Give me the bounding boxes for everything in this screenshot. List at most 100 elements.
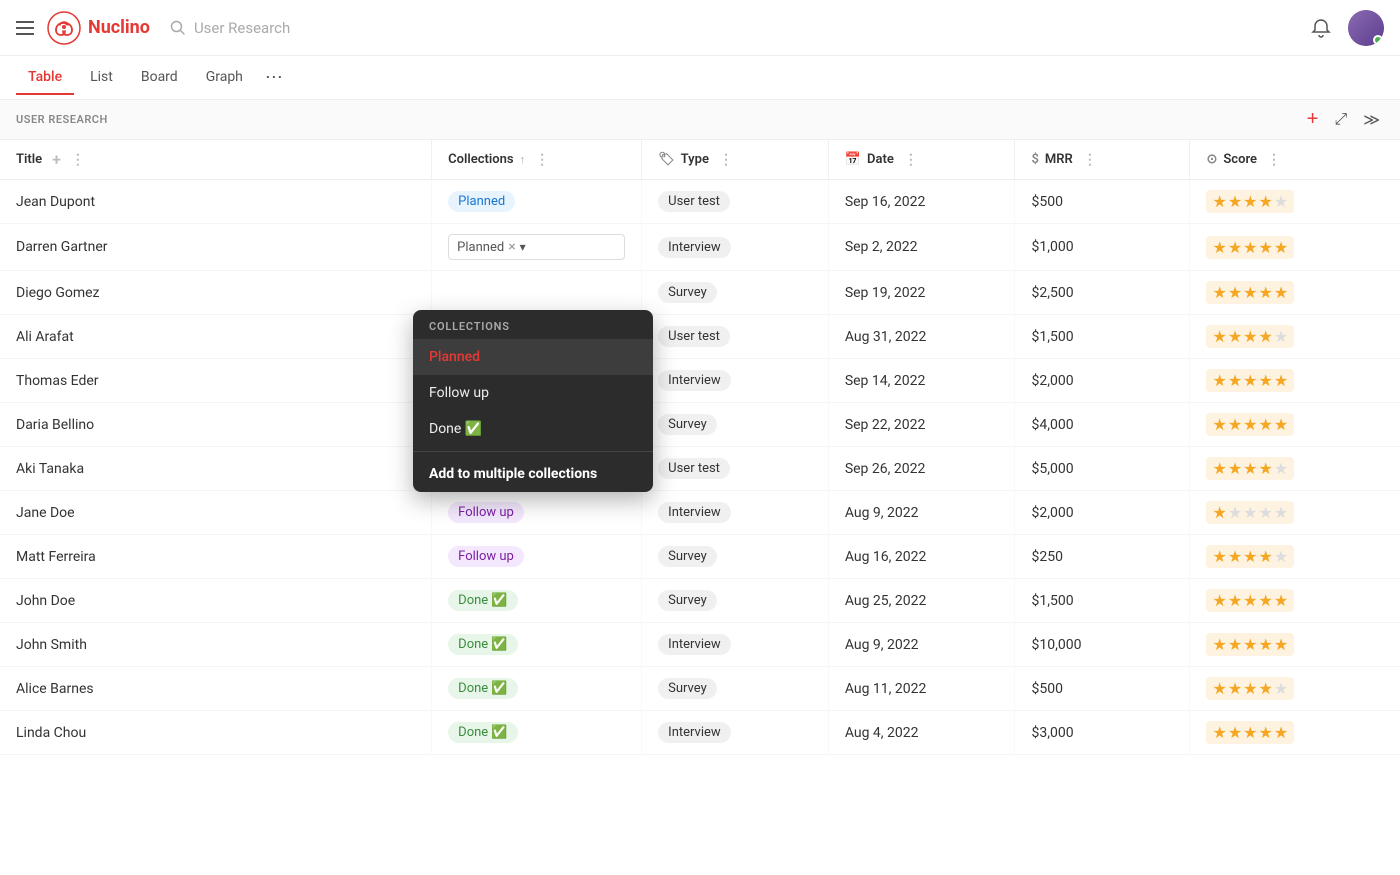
tab-list[interactable]: List — [78, 61, 125, 95]
cell-title[interactable]: Jean Dupont — [0, 180, 432, 224]
collection-badge[interactable]: Follow up — [448, 546, 524, 567]
cell-score[interactable]: ★★★★★ — [1190, 359, 1400, 403]
cell-type[interactable]: Interview — [642, 711, 829, 755]
type-badge[interactable]: Survey — [658, 546, 717, 567]
cell-score[interactable]: ★★★★★ — [1190, 491, 1400, 535]
cell-type[interactable]: Interview — [642, 224, 829, 271]
cell-score[interactable]: ★★★★★ — [1190, 315, 1400, 359]
collection-badge[interactable]: Done ✅ — [448, 678, 517, 699]
cell-score[interactable]: ★★★★★ — [1190, 224, 1400, 271]
cell-type[interactable]: User test — [642, 447, 829, 491]
cell-title[interactable]: Thomas Eder — [0, 359, 432, 403]
cell-collection[interactable]: Done ✅ — [432, 579, 642, 623]
type-badge[interactable]: Interview — [658, 722, 731, 743]
cell-title[interactable]: Ali Arafat — [0, 315, 432, 359]
collapse-button[interactable]: ≫ — [1359, 106, 1384, 133]
cell-type[interactable]: Survey — [642, 403, 829, 447]
collection-badge[interactable]: Done ✅ — [448, 634, 517, 655]
collection-badge[interactable]: Done ✅ — [448, 722, 517, 743]
cell-collection[interactable]: Done ✅ — [432, 711, 642, 755]
clear-collection-icon[interactable]: × — [508, 239, 515, 255]
type-badge[interactable]: User test — [658, 191, 730, 212]
dropdown-item-planned[interactable]: Planned — [413, 339, 653, 375]
cell-score[interactable]: ★★★★★ — [1190, 579, 1400, 623]
add-column-icon[interactable]: + — [52, 150, 61, 169]
tab-graph[interactable]: Graph — [194, 61, 255, 95]
type-badge[interactable]: Survey — [658, 282, 717, 303]
type-badge[interactable]: Survey — [658, 590, 717, 611]
cell-collection[interactable]: Done ✅ — [432, 667, 642, 711]
cell-type[interactable]: Survey — [642, 535, 829, 579]
cell-score[interactable]: ★★★★★ — [1190, 447, 1400, 491]
cell-score[interactable]: ★★★★★ — [1190, 623, 1400, 667]
dropdown-item-done[interactable]: Done ✅ — [413, 411, 653, 447]
cell-collection[interactable] — [432, 271, 642, 315]
cell-title[interactable]: Alice Barnes — [0, 667, 432, 711]
type-badge[interactable]: User test — [658, 458, 730, 479]
cell-type[interactable]: User test — [642, 315, 829, 359]
cell-type[interactable]: User test — [642, 180, 829, 224]
cell-title[interactable]: Daria Bellino — [0, 403, 432, 447]
mrr-options-icon[interactable]: ⋮ — [1083, 152, 1097, 168]
tab-table[interactable]: Table — [16, 61, 74, 95]
type-options-icon[interactable]: ⋮ — [719, 152, 733, 168]
cell-collection[interactable]: Planned — [432, 180, 642, 224]
cell-type[interactable]: Survey — [642, 579, 829, 623]
type-badge[interactable]: Interview — [658, 634, 731, 655]
cell-title[interactable]: Matt Ferreira — [0, 535, 432, 579]
cell-score[interactable]: ★★★★★ — [1190, 535, 1400, 579]
column-options-icon[interactable]: ⋮ — [71, 152, 85, 168]
collections-options-icon[interactable]: ⋮ — [535, 152, 549, 168]
type-badge[interactable]: User test — [658, 326, 730, 347]
tabbar: Table List Board Graph ⋯ — [0, 56, 1400, 100]
cell-collection[interactable]: Done ✅ — [432, 623, 642, 667]
dropdown-item-followup[interactable]: Follow up — [413, 375, 653, 411]
cell-title[interactable]: Darren Gartner — [0, 224, 432, 271]
cell-score[interactable]: ★★★★★ — [1190, 180, 1400, 224]
cell-score[interactable]: ★★★★★ — [1190, 271, 1400, 315]
tab-more-button[interactable]: ⋯ — [259, 59, 289, 96]
dropdown-item-done-label: Done ✅ — [429, 421, 482, 437]
type-badge[interactable]: Interview — [658, 237, 731, 258]
search-area[interactable]: User Research — [170, 19, 290, 37]
table-row: John SmithDone ✅InterviewAug 9, 2022$10,… — [0, 623, 1400, 667]
sort-collections-icon[interactable]: ↑ — [520, 153, 526, 166]
add-row-button[interactable]: + — [1303, 106, 1323, 133]
score-options-icon[interactable]: ⋮ — [1267, 152, 1281, 168]
cell-title[interactable]: Diego Gomez — [0, 271, 432, 315]
cell-type[interactable]: Interview — [642, 359, 829, 403]
cell-title[interactable]: John Smith — [0, 623, 432, 667]
cell-score[interactable]: ★★★★★ — [1190, 711, 1400, 755]
date-options-icon[interactable]: ⋮ — [904, 152, 918, 168]
type-badge[interactable]: Survey — [658, 678, 717, 699]
cell-score[interactable]: ★★★★★ — [1190, 403, 1400, 447]
cell-type[interactable]: Survey — [642, 271, 829, 315]
cell-title[interactable]: Jane Doe — [0, 491, 432, 535]
tab-board[interactable]: Board — [129, 61, 190, 95]
collection-badge[interactable]: Done ✅ — [448, 590, 517, 611]
type-badge[interactable]: Interview — [658, 502, 731, 523]
expand-button[interactable]: ⤢ — [1330, 106, 1351, 133]
cell-collection[interactable]: Follow up — [432, 491, 642, 535]
hamburger-menu[interactable] — [16, 21, 34, 35]
dropdown-add-multiple[interactable]: Add to multiple collections — [413, 456, 653, 492]
collection-editing-cell[interactable]: Planned × ▾ — [448, 234, 625, 260]
cell-collection[interactable]: Follow up — [432, 535, 642, 579]
cell-title[interactable]: Linda Chou — [0, 711, 432, 755]
type-badge[interactable]: Survey — [658, 414, 717, 435]
mrr-dollar-icon: $ — [1031, 152, 1038, 167]
cell-type[interactable]: Interview — [642, 491, 829, 535]
avatar[interactable] — [1348, 10, 1384, 46]
cell-score[interactable]: ★★★★★ — [1190, 667, 1400, 711]
cell-title[interactable]: Aki Tanaka — [0, 447, 432, 491]
cell-type[interactable]: Survey — [642, 667, 829, 711]
cell-type[interactable]: Interview — [642, 623, 829, 667]
type-badge[interactable]: Interview — [658, 370, 731, 391]
collection-dropdown-toggle[interactable]: ▾ — [520, 240, 526, 254]
cell-title[interactable]: John Doe — [0, 579, 432, 623]
search-text[interactable]: User Research — [194, 19, 290, 37]
collection-badge[interactable]: Planned — [448, 191, 515, 212]
notification-bell-icon[interactable] — [1310, 17, 1332, 39]
collection-badge[interactable]: Follow up — [448, 502, 524, 523]
cell-collection[interactable]: Planned × ▾ — [432, 224, 642, 271]
